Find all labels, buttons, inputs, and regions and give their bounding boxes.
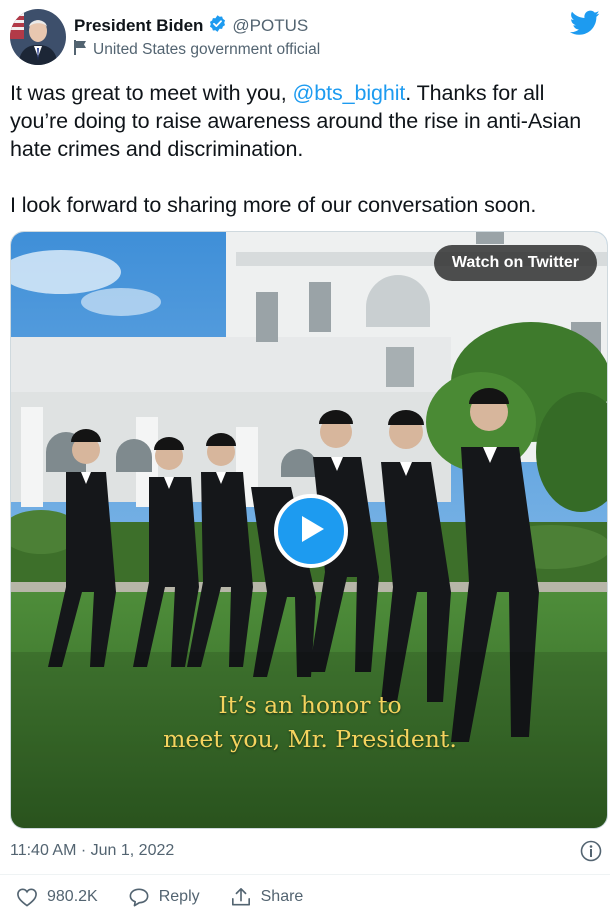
tweet-paragraph-2: I look forward to sharing more of our co… [10,193,537,217]
info-icon[interactable] [580,840,602,862]
author-avatar[interactable] [10,9,66,65]
reply-icon [128,887,150,907]
video-caption: It’s an honor to meet you, Mr. President… [11,688,607,756]
share-label: Share [260,888,304,905]
tweet-timestamp[interactable]: 11:40 AM · Jun 1, 2022 [10,842,174,860]
watch-on-twitter-button[interactable]: Watch on Twitter [433,245,597,281]
share-action[interactable]: Share [230,887,304,907]
author-name-line: President Biden @POTUS [74,14,308,38]
tweet-paragraph-1: It was great to meet with you, @bts_bigh… [10,79,600,163]
like-action[interactable]: 980.2K [16,887,98,907]
mention-link[interactable]: @bts_bighit [293,81,406,105]
verified-badge-icon [208,14,227,38]
caption-line-2: meet you, Mr. President. [163,725,457,753]
reply-action[interactable]: Reply [128,887,200,907]
action-bar: 980.2K Reply Share [16,887,333,907]
tweet-card: President Biden @POTUS United States gov… [0,0,610,917]
video-player[interactable]: Watch on Twitter It’s an honor to meet y… [10,231,608,829]
government-flag-icon [74,40,87,60]
play-icon [296,513,326,550]
share-icon [230,887,252,907]
tweet-text: It was great to meet with you, @bts_bigh… [10,79,600,219]
play-button[interactable] [274,494,348,568]
reply-label: Reply [158,888,200,905]
footer-divider [0,874,610,875]
heart-icon [16,887,38,907]
author-handle[interactable]: @POTUS [232,16,308,36]
twitter-bird-icon[interactable] [569,10,600,36]
author-display-name[interactable]: President Biden [74,16,203,36]
government-label: United States government official [74,40,320,60]
tweet-text-before-mention: It was great to meet with you, [10,81,293,105]
government-label-text: United States government official [93,41,321,58]
caption-line-1: It’s an honor to [218,691,402,719]
like-count: 980.2K [47,888,98,905]
